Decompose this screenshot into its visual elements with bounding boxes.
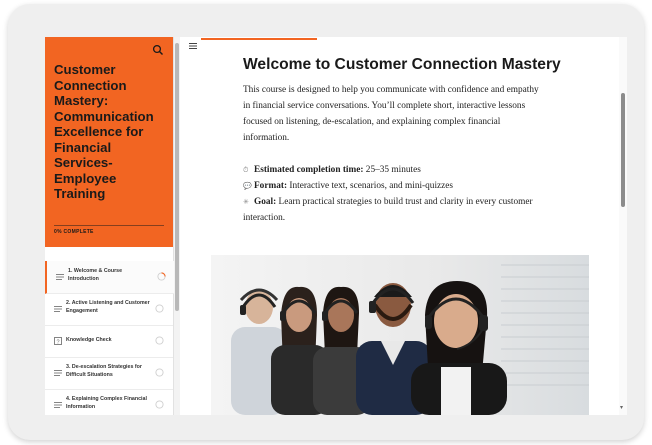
progress-divider [54, 225, 164, 226]
lesson-item-active-listening[interactable]: 2. Active Listening and Customer Engagem… [45, 293, 173, 326]
page-title: Welcome to Customer Connection Mastery [243, 56, 561, 73]
lesson-content: Welcome to Customer Connection Mastery T… [181, 37, 627, 415]
detail-format: 💬 Format: Interactive text, scenarios, an… [243, 178, 543, 194]
hamburger-menu-icon[interactable] [189, 42, 197, 50]
sidebar-scrollbar-thumb[interactable] [175, 43, 179, 311]
intro-paragraph: This course is designed to help you comm… [243, 85, 539, 143]
course-title: Customer Connection Mastery: Communicati… [54, 62, 154, 201]
top-progress-bar [201, 38, 317, 40]
lesson-label: 3. De-escalation Strategies for Difficul… [66, 364, 142, 378]
lesson-label: 1. Welcome & Course Introduction [68, 268, 123, 282]
sparkle-icon: ✳ [243, 198, 249, 206]
scroll-down-arrow-icon[interactable]: ▾ [620, 405, 626, 411]
lesson-item-knowledge-check[interactable]: ? Knowledge Check [45, 325, 173, 358]
content-scrollbar-thumb[interactable] [621, 93, 625, 207]
sidebar-scrollbar[interactable] [174, 37, 180, 415]
detail-completion-time: ⏱ Estimated completion time: 25–35 minute… [243, 162, 543, 178]
not-started-icon [155, 368, 164, 377]
quiz-icon: ? [54, 337, 62, 345]
screen: Customer Connection Mastery: Communicati… [45, 37, 627, 415]
lesson-label: 4. Explaining Complex Financial Informat… [66, 396, 147, 410]
in-progress-icon [157, 272, 166, 281]
text-lines-icon [54, 402, 62, 408]
lesson-item-de-escalation[interactable]: 3. De-escalation Strategies for Difficul… [45, 357, 173, 390]
sidebar-header: Customer Connection Mastery: Communicati… [45, 37, 173, 247]
not-started-icon [155, 400, 164, 409]
progress-text: 0% COMPLETE [54, 229, 94, 235]
speech-bubble-icon: 💬 [243, 182, 252, 190]
svg-text:?: ? [56, 339, 59, 345]
lesson-label: Knowledge Check [66, 337, 112, 343]
course-details: ⏱ Estimated completion time: 25–35 minute… [243, 162, 543, 226]
team-photo [211, 255, 589, 415]
course-sidebar: Customer Connection Mastery: Communicati… [45, 37, 175, 415]
search-icon[interactable] [152, 44, 164, 56]
content-scrollbar[interactable]: ▾ [619, 37, 627, 415]
stopwatch-icon: ⏱ [243, 166, 249, 174]
lesson-item-welcome[interactable]: 1. Welcome & Course Introduction [45, 261, 175, 294]
lesson-item-explaining-financial[interactable]: 4. Explaining Complex Financial Informat… [45, 389, 173, 415]
detail-goal: ✳ Goal: Learn practical strategies to bui… [243, 194, 543, 226]
not-started-icon [155, 336, 164, 345]
not-started-icon [155, 304, 164, 313]
tablet-frame: Customer Connection Mastery: Communicati… [8, 4, 644, 440]
text-lines-icon [54, 370, 62, 376]
lesson-label: 2. Active Listening and Customer Engagem… [66, 300, 150, 314]
text-lines-icon [56, 274, 64, 280]
text-lines-icon [54, 306, 62, 312]
